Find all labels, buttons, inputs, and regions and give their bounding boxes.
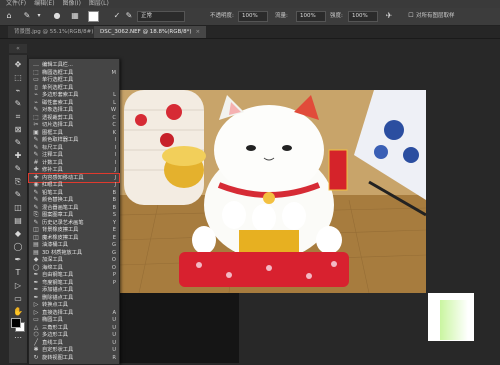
canvas-photo: [119, 90, 426, 293]
canvas-dark-area: [119, 293, 239, 363]
tool-menu-item-label: 旋转视图工具: [42, 354, 74, 361]
options-bar: ⌂ ✎ ▾ ● ▦ ✓ ✎ 正常 不透明度: 100% 流量: 100% 强度:…: [0, 8, 500, 26]
menu-file[interactable]: 文件(F): [6, 0, 26, 8]
tab-label: DSC_3062.NEF @ 18.8%(RGB/8*): [100, 29, 192, 35]
foreground-background-colors[interactable]: [11, 318, 27, 334]
strength-label: 强度:: [330, 13, 343, 19]
tool-icon: ↻: [33, 353, 39, 361]
tool-shortcut: R: [112, 354, 116, 361]
shape-tool-icon[interactable]: ▭: [11, 293, 25, 304]
canvas-green-edge: [440, 300, 468, 340]
opacity-label: 不透明度:: [210, 13, 234, 19]
path-select-tool-icon[interactable]: ▷: [11, 280, 25, 291]
dodge-tool-icon[interactable]: ◯: [11, 241, 25, 252]
history-brush-tool-icon[interactable]: ✎: [11, 189, 25, 200]
tool-menu-item[interactable]: ↻ 旋转视图工具 R: [29, 354, 119, 362]
opacity-input[interactable]: 100%: [238, 11, 268, 22]
pen-tool-icon[interactable]: ✒: [11, 254, 25, 265]
lasso-tool-icon[interactable]: ⌁: [11, 85, 25, 96]
menu-image[interactable]: 图像(I): [62, 0, 80, 8]
tool-preset-icon[interactable]: ✎: [22, 11, 32, 21]
tab-label: 背景图.jpg @ 55.1%(RGB/8#): [14, 29, 94, 35]
quick-select-tool-icon[interactable]: ✎: [11, 98, 25, 109]
menu-edit[interactable]: 编辑(E): [34, 0, 54, 8]
frame-tool-icon[interactable]: ⊠: [11, 124, 25, 135]
menu-layer[interactable]: 图层(L): [89, 0, 109, 8]
flow-label: 流量:: [275, 13, 288, 19]
color-swatch[interactable]: [88, 11, 99, 22]
document-tabs: 背景图.jpg @ 55.1%(RGB/8#)× DSC_3062.NEF @ …: [0, 26, 500, 39]
toolbar-collapse-icon[interactable]: «: [9, 44, 27, 53]
hand-tool-icon[interactable]: ✋: [11, 306, 25, 317]
close-icon[interactable]: ×: [196, 29, 201, 35]
crop-tool-icon[interactable]: ⌗: [11, 111, 25, 122]
stamp-tool-icon[interactable]: ⎘: [11, 176, 25, 187]
airbrush-toggle-icon[interactable]: ✈: [384, 11, 394, 21]
blur-tool-icon[interactable]: ◆: [11, 228, 25, 239]
home-icon[interactable]: ⌂: [4, 11, 14, 21]
foreground-color[interactable]: [11, 318, 21, 328]
brush-tool-icon[interactable]: ✎: [11, 163, 25, 174]
marquee-tool-icon[interactable]: ⬚: [11, 72, 25, 83]
tab-dsc-3062[interactable]: DSC_3062.NEF @ 18.8%(RGB/8*) ×: [94, 26, 207, 38]
checkbox-icon[interactable]: ☐: [406, 11, 416, 21]
tab-background-image[interactable]: 背景图.jpg @ 55.1%(RGB/8#)×: [8, 26, 108, 38]
type-tool-icon[interactable]: T: [11, 267, 25, 278]
menu-bar: 文件(F) 编辑(E) 图像(I) 图层(L): [0, 0, 500, 8]
tool-flyout-menu: … 编辑工具栏... ⬚ 椭圆选框工具 M ▭ 单行选框工具 ▯ 单列选框工具 ⌁ 多边形套索工具 L…: [28, 58, 120, 365]
eyedropper-tool-icon[interactable]: ✎: [11, 137, 25, 148]
sample-check-icon[interactable]: ✓: [112, 11, 122, 21]
brush-size-icon[interactable]: ●: [52, 11, 62, 21]
toolbar: ✥ ⬚ ⌁ ✎ ⌗ ⊠ ✎ ✚ ✎ ⎘ ✎ ◫ ▤ ◆ ◯ ✒ T ▷ ▭ ✋ …: [9, 55, 28, 363]
sample-all-layers-label: 对所有图层取样: [416, 13, 455, 19]
eraser-tool-icon[interactable]: ◫: [11, 202, 25, 213]
flow-input[interactable]: 100%: [296, 11, 326, 22]
move-tool-icon[interactable]: ✥: [11, 59, 25, 70]
strength-input[interactable]: 100%: [348, 11, 378, 22]
gradient-tool-icon[interactable]: ▤: [11, 215, 25, 226]
chevron-down-icon[interactable]: ▾: [34, 11, 44, 21]
healing-tool-icon[interactable]: ✚: [11, 150, 25, 161]
airbrush-icon[interactable]: ✎: [124, 11, 134, 21]
brush-panel-icon[interactable]: ▦: [70, 11, 80, 21]
document-canvas[interactable]: [119, 90, 426, 293]
mode-select[interactable]: 正常: [137, 11, 185, 22]
